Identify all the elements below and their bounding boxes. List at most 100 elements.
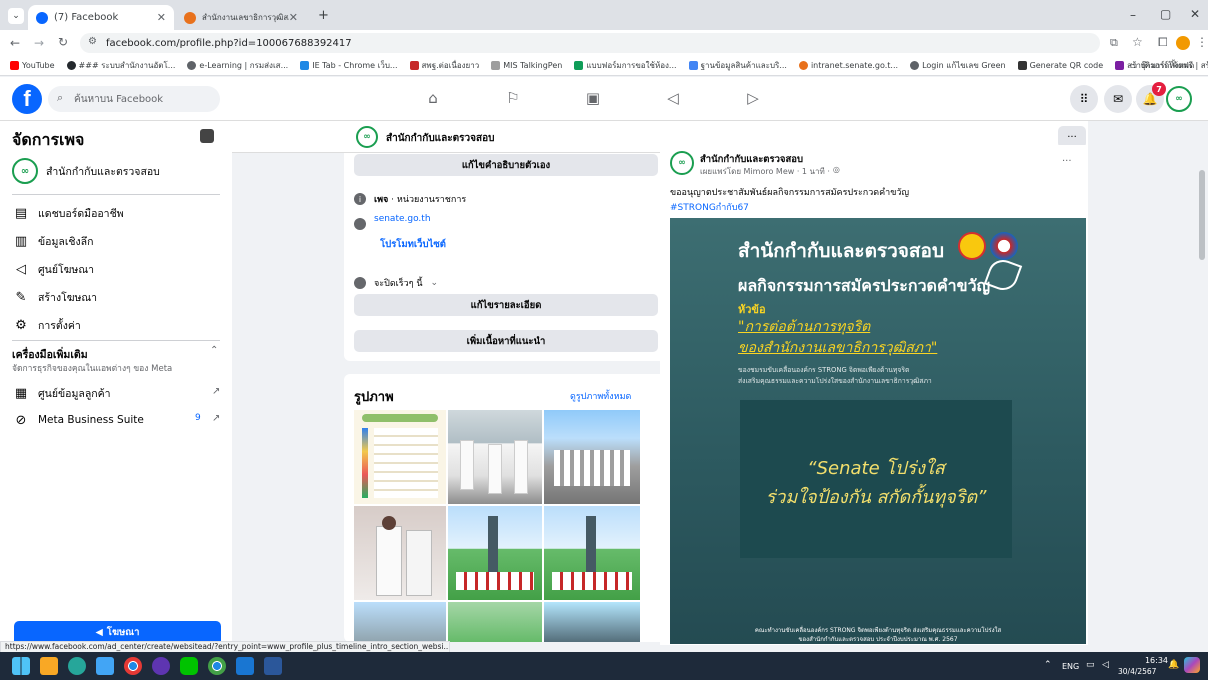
taskbar-date[interactable]: 30/4/2567 — [1118, 667, 1156, 676]
photo-thumbnail[interactable] — [544, 410, 640, 504]
site-info-icon[interactable]: ⚙ — [88, 36, 97, 47]
more-tools-subtitle: จัดการธุรกิจของคุณในแอพต่างๆ ของ Meta — [12, 364, 173, 374]
post-hashtag[interactable]: #STRONGกำกับ67 — [670, 200, 749, 214]
post-more-button[interactable]: ··· — [1062, 156, 1072, 167]
chrome-icon[interactable] — [124, 657, 142, 675]
input-language[interactable]: ENG — [1062, 662, 1079, 671]
back-icon[interactable]: ← — [10, 36, 20, 50]
word-icon[interactable] — [264, 657, 282, 675]
photo-thumbnail[interactable] — [448, 410, 542, 504]
post-author-avatar[interactable]: ∞ — [670, 151, 694, 175]
sidebar-item-settings[interactable]: ⚙ การตั้งค่า — [12, 316, 81, 334]
address-bar[interactable]: ⚙ facebook.com/profile.php?id=1000676883… — [80, 33, 1100, 53]
flag-icon[interactable]: ⚐ — [502, 88, 524, 108]
sidebar-item-ad-center[interactable]: ◁ ศูนย์โฆษณา — [12, 260, 94, 278]
bookmark-item[interactable]: ### ระบบสำนักงานอัตโ... — [66, 59, 175, 72]
bookmark-item[interactable]: e-Learning | กรมส่งเส... — [187, 59, 288, 72]
copilot-icon[interactable] — [1184, 657, 1200, 673]
notification-bell-icon[interactable]: 🔔 — [1168, 660, 1179, 670]
video-icon[interactable]: ▷ — [742, 88, 764, 108]
bookmark-item[interactable]: Login แก้ไขเลข Green — [910, 59, 1006, 72]
bookmark-item[interactable]: IE Tab - Chrome เว็บ... — [300, 59, 398, 72]
translate-icon[interactable]: ⧉ — [1110, 36, 1118, 50]
taskbar-time[interactable]: 16:34 — [1132, 656, 1168, 665]
sidebar-item-create-ad[interactable]: ✎ สร้างโฆษณา — [12, 288, 98, 306]
tray-chevron-icon[interactable]: ⌃ — [1044, 660, 1052, 670]
tray-network-icon[interactable]: ▭ — [1086, 660, 1095, 670]
globe-icon — [354, 218, 366, 230]
forward-icon[interactable]: → — [34, 36, 44, 50]
sidebar-item-dashboard[interactable]: ▤ แดชบอร์ดมืออาชีพ — [12, 204, 124, 222]
store-icon[interactable] — [96, 657, 114, 675]
bookmark-item[interactable]: ฐานข้อมูลสินค้าและบริ... — [688, 59, 787, 72]
sidebar-item-meta-business-suite[interactable]: ⊘ Meta Business Suite — [12, 411, 144, 429]
tab-facebook[interactable]: (7) Facebook ✕ — [28, 5, 174, 30]
account-avatar[interactable]: ∞ — [1166, 86, 1192, 112]
facebook-logo-icon[interactable]: f — [12, 84, 42, 114]
photos-icon[interactable] — [236, 657, 254, 675]
pen-icon — [491, 61, 501, 70]
photo-thumbnail[interactable] — [448, 506, 542, 600]
bookmark-item[interactable]: แบบฟอร์มการขอใช้ห้อง... — [574, 59, 677, 72]
new-tab-button[interactable]: + — [318, 8, 329, 23]
collapse-chevron-icon[interactable]: ⌃ — [210, 345, 218, 356]
promote-website-button[interactable]: โปรโมทเว็บไซต์ — [372, 234, 454, 254]
file-explorer-icon[interactable] — [40, 657, 58, 675]
tray-volume-icon[interactable]: ◁ — [1102, 660, 1109, 670]
sidebar-page-switcher[interactable]: ∞ สำนักกำกับและตรวจสอบ — [12, 158, 160, 184]
minimize-icon[interactable]: – — [1130, 8, 1136, 22]
intro-hours-row[interactable]: จะปิดเร็วๆ นี้ ⌄ — [354, 276, 438, 290]
sidebar-toggle-icon[interactable] — [200, 129, 214, 143]
post-image-sub1: ของชมรมขับเคลื่อนองค์กร STRONG จิตพอเพีย… — [738, 366, 910, 374]
page-header-name[interactable]: สำนักกำกับและตรวจสอบ — [386, 131, 494, 146]
menu-grid-icon[interactable]: ⠿ — [1070, 85, 1098, 113]
insights-nav-icon[interactable]: ▣ — [582, 88, 604, 108]
close-window-icon[interactable]: ✕ — [1190, 7, 1200, 21]
photo-thumbnail[interactable] — [354, 506, 446, 600]
tab-senate[interactable]: สำนักงานเลขาธิการวุฒิสภา ✕ — [176, 5, 306, 30]
bookmark-star-icon[interactable]: ☆ — [1132, 35, 1143, 49]
advertise-button[interactable]: ◀ โฆษณา — [14, 621, 221, 643]
sidebar-item-customer-center[interactable]: ▦ ศูนย์ข้อมูลลูกค้า — [12, 384, 111, 402]
facebook-search-input[interactable]: ⌕ ค้นหาบน Facebook — [48, 86, 220, 112]
bookmark-item[interactable]: สพฐ.ต่อเนื่องยาว — [409, 59, 479, 72]
website-link[interactable]: senate.go.th — [374, 214, 431, 224]
bookmark-youtube[interactable]: YouTube — [10, 61, 55, 70]
bookmark-item[interactable]: Generate QR code — [1017, 61, 1103, 70]
page-scrollbar-thumb[interactable] — [1199, 170, 1205, 260]
bookmark-item[interactable]: intranet.senate.go.t... — [798, 61, 898, 70]
photo-thumbnail[interactable] — [544, 506, 640, 600]
ads-megaphone-icon[interactable]: ◁ — [662, 88, 684, 108]
line-icon[interactable] — [180, 657, 198, 675]
close-tab-icon[interactable]: ✕ — [157, 11, 166, 24]
info-icon: i — [354, 193, 366, 205]
close-tab-icon[interactable]: ✕ — [289, 11, 298, 24]
sidebar-item-insights[interactable]: ▥ ข้อมูลเชิงลึก — [12, 232, 94, 250]
drive-icon — [574, 61, 584, 70]
add-featured-button[interactable]: เพิ่มเนื้อหาที่แนะนำ — [354, 330, 658, 352]
photo-thumbnail[interactable] — [354, 602, 446, 642]
home-icon[interactable]: ⌂ — [422, 88, 444, 108]
all-bookmarks-button[interactable]: ▭ บุ๊กมาร์กทั้งหมด — [1130, 59, 1194, 72]
app-icon[interactable] — [152, 657, 170, 675]
bookmark-item[interactable]: MIS TalkingPen — [491, 61, 562, 70]
photo-thumbnail[interactable] — [448, 602, 542, 642]
edge-icon[interactable] — [68, 657, 86, 675]
tab-search-button[interactable]: ⌄ — [8, 8, 24, 24]
edit-bio-button[interactable]: แก้ไขคำอธิบายตัวเอง — [354, 154, 658, 176]
extensions-icon[interactable]: ⧠ — [1158, 35, 1168, 50]
messenger-icon[interactable]: ✉ — [1104, 85, 1132, 113]
profile-icon[interactable] — [1176, 36, 1190, 50]
see-all-photos-link[interactable]: ดูรูปภาพทั้งหมด — [570, 389, 631, 403]
chrome-icon[interactable] — [208, 657, 226, 675]
windows-start-icon[interactable] — [12, 657, 30, 675]
chrome-menu-icon[interactable]: ⋮ — [1196, 35, 1208, 49]
edit-details-button[interactable]: แก้ไขรายละเอียด — [354, 294, 658, 316]
page-header-avatar[interactable]: ∞ — [356, 126, 378, 148]
notification-badge: 7 — [1152, 82, 1166, 96]
photo-thumbnail[interactable] — [544, 602, 640, 642]
photo-thumbnail[interactable] — [354, 410, 446, 504]
restore-icon[interactable]: ▢ — [1160, 7, 1171, 21]
reload-icon[interactable]: ↻ — [58, 35, 68, 49]
photos-title[interactable]: รูปภาพ — [354, 386, 394, 407]
